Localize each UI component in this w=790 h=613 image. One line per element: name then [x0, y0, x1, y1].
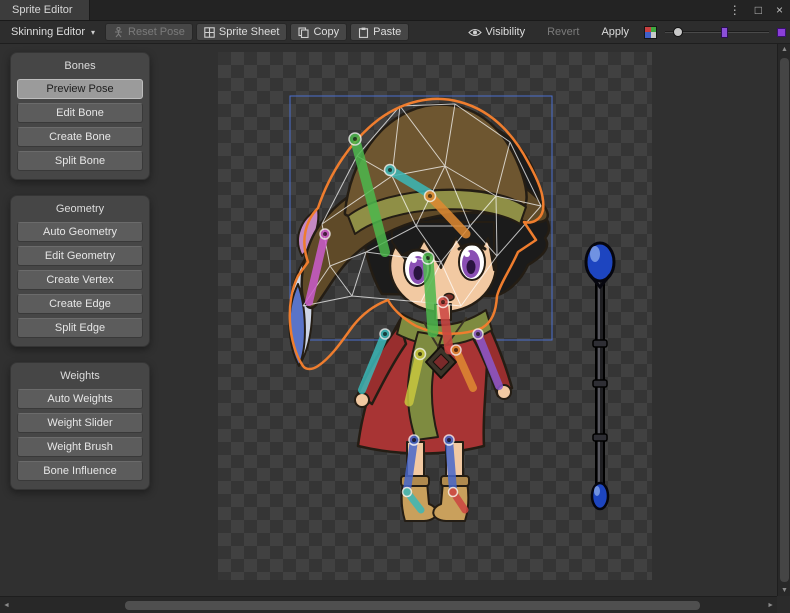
scroll-left-icon[interactable]: ◄ — [3, 602, 10, 609]
vertical-scrollbar[interactable]: ▲ ▼ — [777, 44, 790, 596]
toolbar-right: Visibility Revert Apply — [461, 24, 790, 40]
geometry-panel: Geometry Auto Geometry Edit Geometry Cre… — [10, 195, 150, 347]
eye-icon — [468, 27, 482, 38]
scroll-down-icon[interactable]: ▼ — [781, 587, 788, 594]
auto-geometry-button[interactable]: Auto Geometry — [17, 222, 143, 242]
scrollbar-corner — [777, 596, 790, 613]
edit-bone-button[interactable]: Edit Bone — [17, 103, 143, 123]
geometry-panel-title: Geometry — [17, 203, 143, 215]
reset-pose-icon — [113, 27, 124, 38]
scroll-right-icon[interactable]: ► — [767, 602, 774, 609]
mode-label: Skinning Editor — [11, 26, 85, 38]
visibility-toggle[interactable]: Visibility — [461, 24, 533, 40]
split-edge-button[interactable]: Split Edge — [17, 318, 143, 338]
staff-sprite — [586, 243, 614, 509]
create-bone-button[interactable]: Create Bone — [17, 127, 143, 147]
window-title: Sprite Editor — [12, 4, 73, 16]
toolbar: Skinning Editor ▾ Reset Pose Sprite Shee… — [0, 21, 790, 44]
create-edge-button[interactable]: Create Edge — [17, 294, 143, 314]
sprite-canvas[interactable]: Bones Preview Pose Edit Bone Create Bone… — [0, 44, 777, 596]
scroll-up-icon[interactable]: ▲ — [781, 46, 788, 53]
zoom-slider-handle[interactable] — [721, 27, 728, 38]
sprite-sheet-label: Sprite Sheet — [219, 26, 280, 38]
horizontal-scrollbar-thumb[interactable] — [125, 601, 700, 610]
revert-button[interactable]: Revert — [540, 24, 586, 40]
skinning-editor-dropdown[interactable]: Skinning Editor ▾ — [4, 24, 102, 40]
copy-icon — [298, 27, 309, 38]
preview-pose-button[interactable]: Preview Pose — [17, 79, 143, 99]
toolbar-left: Skinning Editor ▾ Reset Pose Sprite Shee… — [0, 23, 409, 41]
edit-geometry-button[interactable]: Edit Geometry — [17, 246, 143, 266]
tool-panels: Bones Preview Pose Edit Bone Create Bone… — [10, 52, 150, 490]
titlebar: Sprite Editor ⋮ □ × — [0, 0, 790, 21]
create-vertex-button[interactable]: Create Vertex — [17, 270, 143, 290]
vertical-scrollbar-thumb[interactable] — [780, 58, 789, 582]
apply-label: Apply — [601, 26, 629, 38]
reset-pose-label: Reset Pose — [128, 26, 185, 38]
paste-icon — [358, 27, 369, 38]
bones-panel-title: Bones — [17, 60, 143, 72]
sprite-sheet-button[interactable]: Sprite Sheet — [196, 23, 288, 41]
zoom-slider[interactable] — [665, 25, 769, 39]
color-swatch-icon[interactable] — [644, 26, 657, 39]
tab-sprite-editor[interactable]: Sprite Editor — [0, 0, 90, 20]
chevron-down-icon: ▾ — [91, 28, 95, 37]
character-sprite — [289, 105, 549, 521]
copy-label: Copy — [313, 26, 339, 38]
maximize-icon[interactable]: □ — [748, 0, 769, 20]
horizontal-scrollbar[interactable]: ◄ ► — [0, 596, 777, 613]
auto-weights-button[interactable]: Auto Weights — [17, 389, 143, 409]
texture-color-chip[interactable] — [777, 28, 786, 37]
titlebar-spacer — [90, 0, 722, 20]
copy-button[interactable]: Copy — [290, 23, 347, 41]
close-icon[interactable]: × — [769, 0, 790, 20]
weight-slider-button[interactable]: Weight Slider — [17, 413, 143, 433]
apply-button[interactable]: Apply — [594, 24, 636, 40]
weights-panel: Weights Auto Weights Weight Slider Weigh… — [10, 362, 150, 490]
paste-label: Paste — [373, 26, 401, 38]
kebab-menu-icon[interactable]: ⋮ — [722, 0, 748, 20]
paste-button[interactable]: Paste — [350, 23, 409, 41]
reset-pose-button[interactable]: Reset Pose — [105, 23, 193, 41]
sprite-editor-window: Sprite Editor ⋮ □ × Skinning Editor ▾ Re… — [0, 0, 790, 613]
sprite-sheet-icon — [204, 27, 215, 38]
bone-influence-button[interactable]: Bone Influence — [17, 461, 143, 481]
zoom-slider-knob[interactable] — [673, 27, 683, 37]
weights-panel-title: Weights — [17, 370, 143, 382]
visibility-label: Visibility — [486, 26, 526, 38]
bones-panel: Bones Preview Pose Edit Bone Create Bone… — [10, 52, 150, 180]
revert-label: Revert — [547, 26, 579, 38]
swatch-white — [651, 32, 657, 38]
split-bone-button[interactable]: Split Bone — [17, 151, 143, 171]
weight-brush-button[interactable]: Weight Brush — [17, 437, 143, 457]
